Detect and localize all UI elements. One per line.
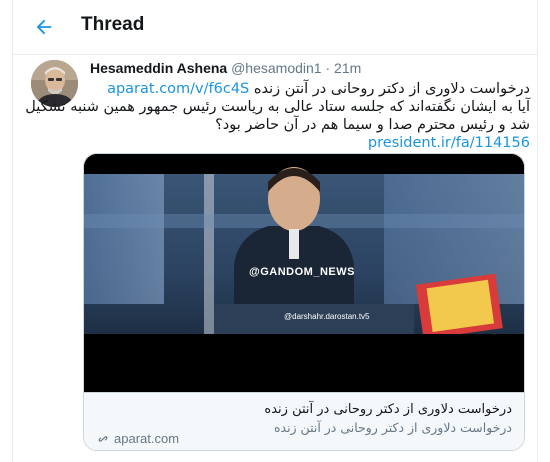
tweet-link-aparat[interactable]: aparat.com/v/f6c4S <box>107 81 249 97</box>
arrow-left-icon <box>36 19 52 35</box>
tweet-text: aparat.com/v/f6c4S درخواست دلاوری از دکت… <box>25 80 530 152</box>
page-title: Thread <box>81 14 145 35</box>
thread-panel: Thread Hesameddin Ashena @hesamodin1 · 2… <box>12 0 538 462</box>
meta-separator: · <box>325 60 331 76</box>
tweet-text-line-3: شد و رئیس محترم صدا و سیما هم در آن حاضر… <box>215 117 530 133</box>
tweet-text-line-1: درخواست دلاوری از دکتر روحانی در آنتن زن… <box>253 81 530 97</box>
card-title: درخواست دلاوری از دکتر روحانی در آنتن زن… <box>264 402 512 417</box>
tweet-line-1: aparat.com/v/f6c4S درخواست دلاوری از دکت… <box>90 80 530 98</box>
tweet-line-4: president.ir/fa/114156 <box>90 134 530 152</box>
watermark-top: @GANDOM_NEWS <box>249 266 355 278</box>
watermark-bottom: @darshahr.darostan.tv5 <box>284 312 370 321</box>
link-card[interactable]: @GANDOM_NEWS @darshahr.darostan.tv5 درخو… <box>83 153 525 451</box>
author-name[interactable]: Hesameddin Ashena <box>90 60 227 76</box>
tweet[interactable]: Hesameddin Ashena @hesamodin1 · 21m apar… <box>13 56 537 462</box>
tweet-link-president[interactable]: president.ir/fa/114156 <box>368 135 530 151</box>
tweet-time[interactable]: 21m <box>334 60 361 76</box>
video-thumbnail[interactable]: @GANDOM_NEWS @darshahr.darostan.tv5 <box>84 154 524 392</box>
back-button[interactable] <box>31 14 57 40</box>
link-icon <box>98 435 108 442</box>
tweet-text-line-2: آیا به ایشان نگفته‌اند که جلسه ستاد عالی… <box>25 99 530 115</box>
card-domain-text: aparat.com <box>114 431 180 446</box>
card-info[interactable]: درخواست دلاوری از دکتر روحانی در آنتن زن… <box>84 392 524 450</box>
card-domain: aparat.com <box>96 431 179 446</box>
author-handle[interactable]: @hesamodin1 <box>231 60 322 76</box>
header: Thread <box>13 0 537 55</box>
tweet-meta: Hesameddin Ashena @hesamodin1 · 21m <box>90 60 361 76</box>
